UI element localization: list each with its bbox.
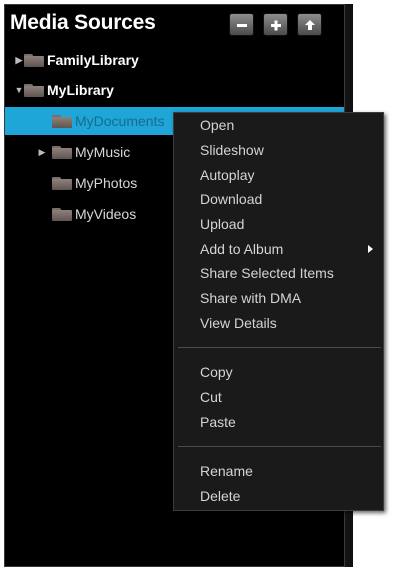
menu-separator [178, 446, 381, 447]
tree-item-label: MyPhotos [75, 175, 138, 191]
tree-item-label: MyDocuments [75, 113, 165, 129]
remove-button[interactable] [229, 13, 254, 36]
folder-icon [52, 176, 72, 190]
menu-item-share-selected-items[interactable]: Share Selected Items [200, 262, 334, 284]
menu-item-download[interactable]: Download [200, 188, 262, 210]
panel-title: Media Sources [10, 11, 156, 34]
folder-icon [24, 53, 44, 67]
menu-item-paste[interactable]: Paste [200, 411, 236, 433]
menu-item-open[interactable]: Open [200, 114, 234, 136]
folder-icon [24, 83, 44, 97]
up-arrow-icon [304, 19, 315, 30]
expand-arrow-icon[interactable]: ▶ [14, 55, 24, 65]
minus-icon [236, 23, 247, 27]
panel-header: Media Sources [5, 5, 344, 41]
menu-item-rename[interactable]: Rename [200, 460, 253, 482]
folder-icon [52, 114, 72, 128]
collapse-arrow-icon[interactable]: ▼ [14, 85, 24, 95]
menu-item-add-to-album[interactable]: Add to Album [200, 238, 283, 260]
menu-item-upload[interactable]: Upload [200, 213, 244, 235]
expand-arrow-icon[interactable]: ▶ [37, 147, 47, 157]
tree-item-label: MyMusic [75, 144, 131, 160]
add-button[interactable] [263, 13, 288, 36]
menu-item-cut[interactable]: Cut [200, 386, 222, 408]
tree-item-label: FamilyLibrary [47, 52, 139, 68]
menu-item-slideshow[interactable]: Slideshow [200, 139, 264, 161]
menu-item-delete[interactable]: Delete [200, 485, 240, 507]
menu-item-view-details[interactable]: View Details [200, 312, 277, 334]
folder-icon [52, 145, 72, 159]
folder-icon [52, 207, 72, 221]
context-menu: Open Slideshow Autoplay Download Upload … [173, 112, 384, 511]
tree-item-mylibrary[interactable]: ▼ MyLibrary [5, 76, 344, 104]
up-button[interactable] [297, 13, 322, 36]
menu-item-autoplay[interactable]: Autoplay [200, 164, 254, 186]
menu-separator [178, 347, 381, 348]
menu-item-share-with-dma[interactable]: Share with DMA [200, 287, 301, 309]
tree-item-label: MyLibrary [47, 82, 114, 98]
submenu-arrow-icon [368, 245, 373, 253]
tree-item-familylibrary[interactable]: ▶ FamilyLibrary [5, 46, 344, 74]
plus-icon [270, 20, 281, 30]
tree-item-label: MyVideos [75, 206, 137, 222]
menu-item-copy[interactable]: Copy [200, 361, 233, 383]
